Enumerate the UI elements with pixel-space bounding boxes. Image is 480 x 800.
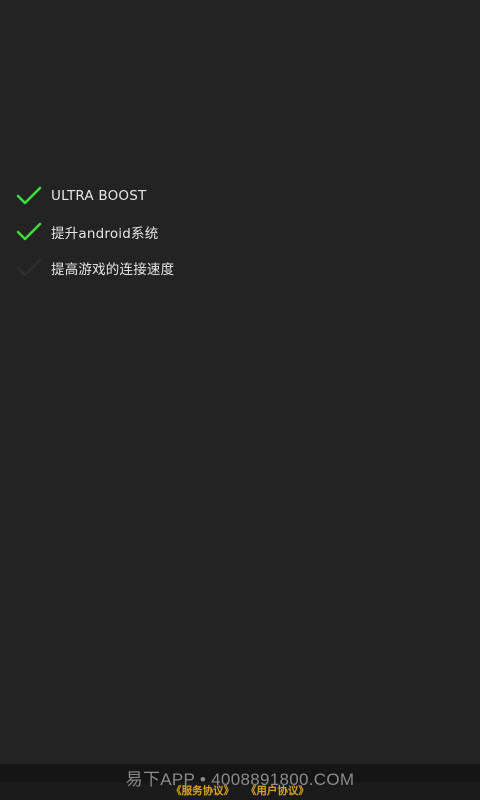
app-screen: ULTRA BOOST 提升android系统 提高游戏的连接速度 易下APP … <box>0 0 480 800</box>
feature-checklist: ULTRA BOOST 提升android系统 提高游戏的连接速度 <box>16 178 456 286</box>
check-icon <box>16 222 42 242</box>
checklist-label: ULTRA BOOST <box>51 188 147 204</box>
user-agreement-link[interactable]: 《用户协议》 <box>246 785 309 797</box>
checklist-label: 提高游戏的连接速度 <box>51 262 175 278</box>
checklist-item-ultra-boost: ULTRA BOOST <box>16 178 456 214</box>
service-agreement-link[interactable]: 《服务协议》 <box>171 785 234 797</box>
check-icon <box>16 258 42 278</box>
checklist-item-connection-speed: 提高游戏的连接速度 <box>16 250 456 286</box>
checklist-item-android-boost: 提升android系统 <box>16 214 456 250</box>
check-icon <box>16 186 42 206</box>
agreement-links: 《服务协议》 《用户协议》 <box>0 783 480 798</box>
checklist-label: 提升android系统 <box>51 226 159 242</box>
